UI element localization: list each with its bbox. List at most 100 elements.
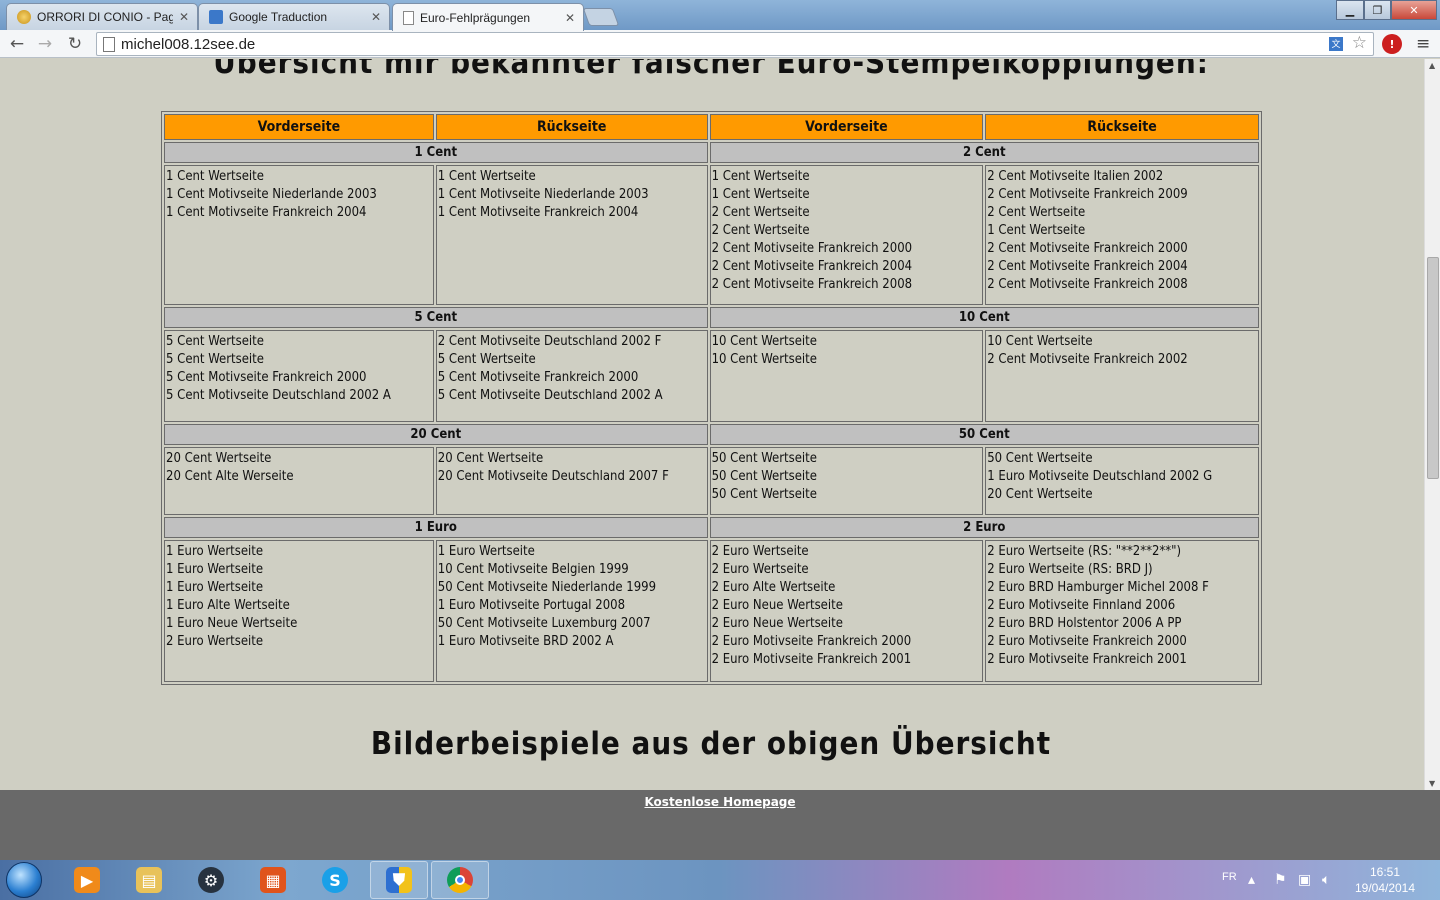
close-icon[interactable]: ✕ (371, 10, 381, 24)
coin-side-entry: 2 Cent Motivseite Frankreich 2000 (987, 241, 1188, 256)
coin-side-entry: 2 Cent Wertseite (987, 205, 1086, 220)
language-indicator[interactable]: FR (1222, 871, 1237, 883)
clock-time[interactable]: 16:51 (1360, 865, 1410, 879)
address-bar[interactable]: michel008.12see.de 文 ☆ (96, 32, 1374, 56)
coin-side-entry: 2 Euro Wertseite (711, 544, 809, 559)
network-icon[interactable]: ▣ (1298, 872, 1311, 888)
coin-side-entry: 1 Cent Wertseite (437, 169, 536, 184)
table-cell: 20 Cent Wertseite 20 Cent Motivseite Deut… (435, 447, 708, 515)
tab-orrori-di-conio[interactable]: ORRORI DI CONIO - Pagin ✕ (6, 3, 198, 30)
coin-side-entry: 5 Cent Wertseite (166, 334, 264, 349)
coin-side-entry: 20 Cent Wertseite (166, 451, 272, 466)
denomination-group-header: 2 Euro (709, 517, 1259, 538)
coin-side-entry: 2 Cent Motivseite Frankreich 2000 (711, 241, 913, 256)
translate-icon[interactable]: 文 (1329, 37, 1343, 51)
denomination-group-header: 1 Cent (164, 142, 708, 163)
coin-side-entry: 10 Cent Motivseite Belgien 1999 (437, 562, 629, 577)
scroll-up-arrow-icon[interactable]: ▲ (1429, 61, 1435, 70)
tray-expand-icon[interactable]: ▴ (1248, 872, 1255, 888)
start-button[interactable] (6, 862, 42, 898)
coin-side-entry: 50 Cent Motivseite Niederlande 1999 (437, 580, 657, 595)
scrollbar-thumb[interactable] (1427, 257, 1439, 479)
denomination-group-header: 2 Cent (709, 142, 1259, 163)
table-row: 5 Cent Wertseite 5 Cent Wertseite 5 Cent M… (164, 330, 1259, 422)
coin-side-entry: 1 Euro Wertseite (166, 580, 264, 595)
volume-icon[interactable]: 🔈︎ (1322, 872, 1330, 888)
back-arrow-icon[interactable]: ← (6, 33, 28, 55)
bookmark-star-icon[interactable]: ☆ (1352, 33, 1367, 53)
coin-side-entry: 50 Cent Wertseite (711, 451, 817, 466)
homepage-link[interactable]: Kostenlose Homepage (0, 795, 1440, 809)
coin-side-entry: 1 Cent Wertseite (166, 169, 264, 184)
steam-icon[interactable]: ⚙ (182, 861, 240, 899)
security-shield-icon[interactable]: ⛊ (370, 861, 428, 899)
reload-icon[interactable]: ↻ (64, 33, 86, 55)
file-explorer-icon[interactable]: ▤ (120, 861, 178, 899)
tab-label: Euro-Fehlprägungen (420, 10, 531, 25)
new-tab-button[interactable] (582, 8, 620, 26)
minimize-button[interactable]: ▁ (1336, 0, 1364, 20)
denomination-group-header: 5 Cent (164, 307, 708, 328)
coin-side-entry: 1 Euro Wertseite (166, 544, 264, 559)
coin-side-entry: 50 Cent Wertseite (711, 469, 817, 484)
vertical-scrollbar[interactable]: ▲ ▼ (1424, 59, 1440, 790)
coin-side-entry: 20 Cent Motivseite Deutschland 2007 F (437, 469, 669, 484)
coin-side-entry: 5 Cent Motivseite Frankreich 2000 (437, 370, 639, 385)
forward-arrow-icon[interactable]: → (34, 33, 56, 55)
coin-side-entry: 2 Cent Motivseite Italien 2002 (987, 169, 1164, 184)
tab-label: ORRORI DI CONIO - Pagin (37, 10, 173, 24)
coin-side-entry: 50 Cent Wertseite (987, 451, 1093, 466)
coin-side-entry: 1 Euro Alte Wertseite (166, 598, 290, 613)
coin-side-entry: 5 Cent Wertseite (166, 352, 264, 367)
close-icon[interactable]: ✕ (565, 11, 575, 25)
section-heading: Bilderbeispiele aus der obigen Übersicht (370, 726, 1052, 762)
coin-side-entry: 2 Euro Motivseite Frankreich 2001 (987, 652, 1187, 667)
coin-side-entry: 1 Cent Motivseite Frankreich 2004 (437, 205, 639, 220)
coin-side-entry: 2 Euro Motivseite Finnland 2006 (987, 598, 1176, 613)
table-cell: 2 Euro Wertseite 2 Euro Wertseite 2 Euro A… (709, 540, 984, 682)
table-cell: 50 Cent Wertseite 50 Cent Wertseite 50 Cen… (709, 447, 984, 515)
coin-side-entry: 5 Cent Motivseite Frankreich 2000 (166, 370, 367, 385)
table-cell: 20 Cent Wertseite 20 Cent Alte Werseite (164, 447, 434, 515)
coin-side-entry: 50 Cent Wertseite (711, 487, 817, 502)
group-header-row: 5 Cent 10 Cent (164, 307, 1259, 328)
clock-date[interactable]: 19/04/2014 (1352, 881, 1418, 895)
coin-side-entry: 2 Euro BRD Hamburger Michel 2008 F (987, 580, 1209, 595)
menu-icon[interactable]: ≡ (1416, 34, 1430, 54)
table-cell: 1 Cent Wertseite 1 Cent Motivseite Nieder… (164, 165, 434, 305)
coin-side-entry: 1 Euro Motivseite BRD 2002 A (437, 634, 614, 649)
office-icon[interactable]: ▦ (244, 861, 302, 899)
media-player-icon[interactable]: ▶ (58, 861, 116, 899)
close-window-button[interactable]: ✕ (1391, 0, 1437, 20)
coin-side-entry: 5 Cent Wertseite (437, 352, 536, 367)
coin-side-entry: 20 Cent Wertseite (987, 487, 1093, 502)
group-header-row: 20 Cent 50 Cent (164, 424, 1259, 445)
page-viewport: Übersicht mir bekannter falscher Euro-St… (0, 59, 1424, 790)
coin-side-entry: 2 Cent Motivseite Frankreich 2004 (987, 259, 1188, 274)
coin-side-entry: 5 Cent Motivseite Deutschland 2002 A (437, 388, 663, 403)
coin-side-entry: 2 Euro Motivseite Frankreich 2000 (711, 634, 912, 649)
tab-google-traduction[interactable]: Google Traduction ✕ (198, 3, 390, 30)
group-header-row: 1 Cent 2 Cent (164, 142, 1259, 163)
coin-side-entry: 1 Cent Wertseite (711, 169, 810, 184)
table-cell: 2 Euro Wertseite (RS: "**2**2**") 2 Euro … (985, 540, 1259, 682)
coin-side-entry: 2 Euro Wertseite (711, 562, 809, 577)
column-header-obverse: Vorderseite (709, 114, 984, 140)
table-row: 1 Cent Wertseite 1 Cent Motivseite Nieder… (164, 165, 1259, 305)
page-footer: Kostenlose Homepage (0, 790, 1440, 860)
skype-icon[interactable]: S (306, 861, 364, 899)
tab-euro-fehlpraegungen[interactable]: Euro-Fehlprägungen ✕ (392, 3, 584, 31)
action-center-flag-icon[interactable]: ⚑ (1274, 872, 1287, 888)
denomination-group-header: 50 Cent (709, 424, 1259, 445)
scroll-down-arrow-icon[interactable]: ▼ (1429, 779, 1435, 788)
chrome-icon[interactable] (431, 861, 489, 899)
coin-side-entry: 2 Euro Alte Wertseite (711, 580, 836, 595)
restore-button[interactable]: ❐ (1364, 0, 1391, 20)
coin-side-entry: 20 Cent Alte Werseite (166, 469, 294, 484)
extension-icon[interactable]: ! (1382, 34, 1402, 54)
close-icon[interactable]: ✕ (179, 10, 189, 24)
coin-side-entry: 5 Cent Motivseite Deutschland 2002 A (166, 388, 391, 403)
column-header-reverse: Rückseite (435, 114, 708, 140)
table-cell: 10 Cent Wertseite 10 Cent Wertseite (709, 330, 984, 422)
table-cell: 50 Cent Wertseite 1 Euro Motivseite Deuts… (985, 447, 1259, 515)
